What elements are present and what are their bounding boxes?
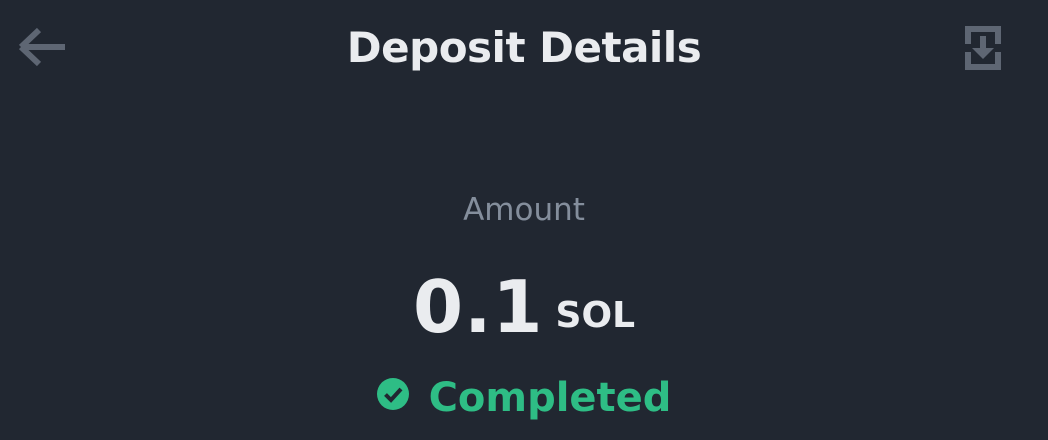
download-icon — [965, 26, 1001, 70]
download-button[interactable] — [960, 22, 1012, 74]
check-circle-icon — [376, 378, 409, 410]
status-text: Completed — [428, 375, 672, 421]
amount-unit: SOL — [555, 295, 636, 336]
header: Deposit Details — [0, 0, 1048, 100]
page-title: Deposit Details — [346, 23, 702, 72]
amount-label: Amount — [463, 192, 585, 228]
deposit-details-screen: Deposit Details Amount 0.1 SOL Completed — [0, 0, 1048, 440]
status: Completed — [0, 372, 1048, 424]
amount-display: 0.1 SOL — [0, 262, 1048, 352]
amount-value: 0.1 — [412, 265, 544, 349]
